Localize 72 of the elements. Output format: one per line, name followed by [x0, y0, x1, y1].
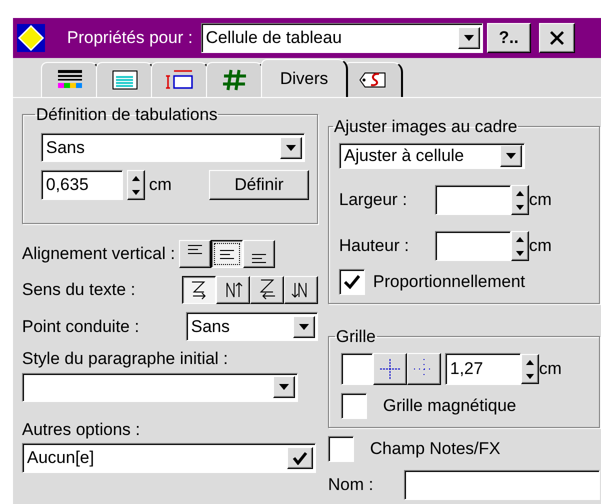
hash-icon [221, 68, 249, 92]
direction-button[interactable] [182, 276, 216, 304]
caret-icon [279, 384, 289, 390]
up-arrow-icon [516, 236, 524, 242]
field-label: Largeur : [339, 190, 408, 210]
field-label: Autres options : [22, 420, 142, 440]
text-direction-icon [257, 279, 277, 301]
check-icon [292, 451, 308, 466]
checkbox[interactable] [339, 269, 365, 295]
checkbox-label: Proportionnellement [373, 272, 526, 292]
checkbox-label: Grille magnétique [383, 396, 516, 416]
number-field[interactable] [435, 231, 511, 261]
group-title: Définition de tabulations [35, 106, 218, 123]
group-title: Ajuster images au cadre [333, 118, 518, 135]
close-icon [550, 31, 564, 45]
define-button[interactable]: Définir [209, 170, 309, 200]
align-lines-icon [188, 245, 202, 254]
spinner-button[interactable] [511, 185, 529, 215]
table-icon [166, 68, 194, 92]
down-arrow-icon [516, 204, 524, 210]
number-field[interactable]: 1,27 [445, 353, 521, 385]
checkbox[interactable] [328, 436, 354, 462]
field-label: Sens du texte : [22, 280, 136, 300]
spinner-button[interactable] [511, 231, 529, 261]
unit-label: cm [529, 190, 552, 210]
up-arrow-icon [132, 176, 140, 180]
dropdown-field[interactable]: Cellule de tableau [200, 23, 483, 53]
field-label: Hauteur : [339, 236, 410, 256]
up-arrow-icon [526, 360, 534, 364]
up-arrow-icon [516, 190, 524, 196]
field-label: Alignement vertical : [22, 244, 176, 264]
caret-icon [286, 144, 296, 150]
field-label: Nom : [328, 475, 374, 495]
grid-style-button[interactable] [373, 353, 407, 385]
text-field[interactable] [404, 470, 600, 500]
caret-icon [464, 35, 474, 41]
unit-label: cm [149, 175, 172, 195]
app-diamond-icon [17, 24, 45, 52]
close-button[interactable] [538, 23, 575, 53]
number-field[interactable]: 0,635 [41, 170, 123, 200]
color-swatch[interactable] [341, 353, 373, 385]
tab[interactable]: Divers [261, 59, 348, 97]
number-field[interactable] [435, 185, 511, 215]
options-field[interactable]: Aucun[e] [22, 443, 316, 474]
dropdown-field[interactable]: Sans [186, 312, 318, 341]
field-label: Point conduite : [22, 316, 140, 336]
tab[interactable] [344, 62, 404, 97]
paragraph-icon [111, 68, 139, 92]
title-label: Propriétés pour : [67, 28, 193, 48]
field-label: Style du paragraphe initial : [22, 349, 230, 369]
down-arrow-icon [526, 374, 534, 378]
unit-label: cm [529, 236, 552, 256]
help-button[interactable]: ?.. [486, 23, 531, 53]
checkbox[interactable] [341, 393, 367, 419]
grid-style-button[interactable] [407, 353, 441, 385]
caret-icon [506, 153, 516, 159]
group-title: Grille [335, 328, 377, 345]
spinner-button[interactable] [127, 170, 145, 200]
align-lines-icon [220, 250, 234, 258]
dropdown-field[interactable]: Sans [41, 133, 305, 162]
dropdown-field[interactable] [22, 372, 298, 402]
dropdown-field[interactable]: Ajuster à cellule [339, 143, 525, 169]
crosshair-grid-icon [379, 358, 401, 380]
checkbox-label: Champ Notes/FX [370, 439, 500, 459]
unit-label: cm [539, 359, 562, 379]
down-arrow-icon [516, 250, 524, 256]
spinner-button[interactable] [521, 354, 539, 384]
check-icon [344, 275, 360, 289]
align-button[interactable] [211, 240, 244, 268]
align-lines-icon [252, 254, 266, 263]
caret-icon [299, 324, 309, 330]
down-arrow-icon [132, 190, 140, 194]
